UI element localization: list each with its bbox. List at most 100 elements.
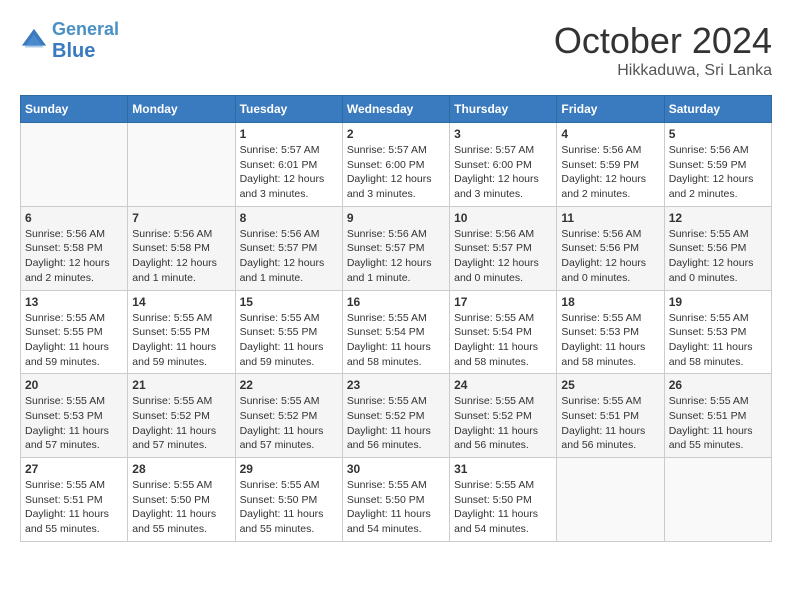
day-info: Sunrise: 5:55 AM Sunset: 5:55 PM Dayligh… bbox=[25, 311, 123, 370]
sunset-text: Sunset: 5:59 PM bbox=[561, 159, 639, 171]
calendar-cell: 4 Sunrise: 5:56 AM Sunset: 5:59 PM Dayli… bbox=[557, 123, 664, 207]
calendar-cell: 16 Sunrise: 5:55 AM Sunset: 5:54 PM Dayl… bbox=[342, 290, 449, 374]
sunset-text: Sunset: 5:52 PM bbox=[240, 410, 318, 422]
day-number: 5 bbox=[669, 127, 767, 141]
sunrise-text: Sunrise: 5:55 AM bbox=[240, 479, 320, 491]
calendar-cell: 10 Sunrise: 5:56 AM Sunset: 5:57 PM Dayl… bbox=[450, 206, 557, 290]
day-info: Sunrise: 5:55 AM Sunset: 5:50 PM Dayligh… bbox=[240, 478, 338, 537]
sunrise-text: Sunrise: 5:55 AM bbox=[240, 395, 320, 407]
daylight-text: Daylight: 12 hours and 0 minutes. bbox=[561, 257, 646, 284]
calendar-cell bbox=[664, 458, 771, 542]
sunrise-text: Sunrise: 5:55 AM bbox=[25, 312, 105, 324]
location: Hikkaduwa, Sri Lanka bbox=[554, 62, 772, 80]
sunrise-text: Sunrise: 5:56 AM bbox=[347, 228, 427, 240]
weekday-header-cell: Monday bbox=[128, 96, 235, 123]
day-number: 31 bbox=[454, 462, 552, 476]
daylight-text: Daylight: 11 hours and 56 minutes. bbox=[561, 425, 645, 452]
weekday-header-cell: Friday bbox=[557, 96, 664, 123]
calendar-body: 1 Sunrise: 5:57 AM Sunset: 6:01 PM Dayli… bbox=[21, 123, 772, 542]
calendar-cell: 28 Sunrise: 5:55 AM Sunset: 5:50 PM Dayl… bbox=[128, 458, 235, 542]
calendar-cell: 24 Sunrise: 5:55 AM Sunset: 5:52 PM Dayl… bbox=[450, 374, 557, 458]
daylight-text: Daylight: 11 hours and 58 minutes. bbox=[454, 341, 538, 368]
calendar-cell: 26 Sunrise: 5:55 AM Sunset: 5:51 PM Dayl… bbox=[664, 374, 771, 458]
title-block: October 2024 Hikkaduwa, Sri Lanka bbox=[554, 20, 772, 80]
sunrise-text: Sunrise: 5:55 AM bbox=[454, 312, 534, 324]
day-number: 1 bbox=[240, 127, 338, 141]
day-info: Sunrise: 5:55 AM Sunset: 5:53 PM Dayligh… bbox=[669, 311, 767, 370]
daylight-text: Daylight: 12 hours and 0 minutes. bbox=[454, 257, 539, 284]
daylight-text: Daylight: 11 hours and 59 minutes. bbox=[240, 341, 324, 368]
day-info: Sunrise: 5:57 AM Sunset: 6:00 PM Dayligh… bbox=[347, 143, 445, 202]
sunrise-text: Sunrise: 5:56 AM bbox=[561, 228, 641, 240]
sunrise-text: Sunrise: 5:55 AM bbox=[132, 395, 212, 407]
day-info: Sunrise: 5:55 AM Sunset: 5:50 PM Dayligh… bbox=[347, 478, 445, 537]
calendar-cell: 6 Sunrise: 5:56 AM Sunset: 5:58 PM Dayli… bbox=[21, 206, 128, 290]
day-number: 12 bbox=[669, 211, 767, 225]
sunset-text: Sunset: 5:50 PM bbox=[132, 494, 210, 506]
calendar-cell: 11 Sunrise: 5:56 AM Sunset: 5:56 PM Dayl… bbox=[557, 206, 664, 290]
daylight-text: Daylight: 12 hours and 2 minutes. bbox=[25, 257, 110, 284]
daylight-text: Daylight: 12 hours and 1 minute. bbox=[132, 257, 217, 284]
calendar-cell: 7 Sunrise: 5:56 AM Sunset: 5:58 PM Dayli… bbox=[128, 206, 235, 290]
day-number: 13 bbox=[25, 295, 123, 309]
sunset-text: Sunset: 5:52 PM bbox=[454, 410, 532, 422]
calendar-week-row: 13 Sunrise: 5:55 AM Sunset: 5:55 PM Dayl… bbox=[21, 290, 772, 374]
calendar-week-row: 1 Sunrise: 5:57 AM Sunset: 6:01 PM Dayli… bbox=[21, 123, 772, 207]
sunset-text: Sunset: 5:50 PM bbox=[347, 494, 425, 506]
daylight-text: Daylight: 11 hours and 57 minutes. bbox=[240, 425, 324, 452]
sunrise-text: Sunrise: 5:56 AM bbox=[132, 228, 212, 240]
sunrise-text: Sunrise: 5:57 AM bbox=[454, 144, 534, 156]
sunset-text: Sunset: 5:54 PM bbox=[347, 326, 425, 338]
sunrise-text: Sunrise: 5:55 AM bbox=[561, 395, 641, 407]
sunset-text: Sunset: 5:58 PM bbox=[25, 242, 103, 254]
sunset-text: Sunset: 5:53 PM bbox=[25, 410, 103, 422]
sunset-text: Sunset: 5:55 PM bbox=[240, 326, 318, 338]
sunset-text: Sunset: 5:54 PM bbox=[454, 326, 532, 338]
weekday-header-cell: Sunday bbox=[21, 96, 128, 123]
day-info: Sunrise: 5:55 AM Sunset: 5:54 PM Dayligh… bbox=[454, 311, 552, 370]
sunrise-text: Sunrise: 5:55 AM bbox=[669, 228, 749, 240]
daylight-text: Daylight: 11 hours and 55 minutes. bbox=[669, 425, 753, 452]
day-number: 24 bbox=[454, 378, 552, 392]
day-number: 14 bbox=[132, 295, 230, 309]
calendar-cell: 8 Sunrise: 5:56 AM Sunset: 5:57 PM Dayli… bbox=[235, 206, 342, 290]
day-number: 7 bbox=[132, 211, 230, 225]
day-number: 29 bbox=[240, 462, 338, 476]
sunset-text: Sunset: 5:57 PM bbox=[347, 242, 425, 254]
sunrise-text: Sunrise: 5:56 AM bbox=[561, 144, 641, 156]
sunset-text: Sunset: 5:53 PM bbox=[561, 326, 639, 338]
sunset-text: Sunset: 6:01 PM bbox=[240, 159, 318, 171]
sunset-text: Sunset: 6:00 PM bbox=[347, 159, 425, 171]
calendar-cell: 31 Sunrise: 5:55 AM Sunset: 5:50 PM Dayl… bbox=[450, 458, 557, 542]
day-info: Sunrise: 5:55 AM Sunset: 5:50 PM Dayligh… bbox=[132, 478, 230, 537]
day-info: Sunrise: 5:55 AM Sunset: 5:51 PM Dayligh… bbox=[669, 394, 767, 453]
sunrise-text: Sunrise: 5:56 AM bbox=[669, 144, 749, 156]
sunrise-text: Sunrise: 5:55 AM bbox=[347, 312, 427, 324]
sunrise-text: Sunrise: 5:56 AM bbox=[240, 228, 320, 240]
daylight-text: Daylight: 11 hours and 55 minutes. bbox=[132, 508, 216, 535]
calendar-cell bbox=[128, 123, 235, 207]
day-info: Sunrise: 5:55 AM Sunset: 5:55 PM Dayligh… bbox=[240, 311, 338, 370]
day-number: 21 bbox=[132, 378, 230, 392]
sunrise-text: Sunrise: 5:55 AM bbox=[25, 395, 105, 407]
day-info: Sunrise: 5:56 AM Sunset: 5:57 PM Dayligh… bbox=[347, 227, 445, 286]
sunset-text: Sunset: 5:55 PM bbox=[25, 326, 103, 338]
day-number: 30 bbox=[347, 462, 445, 476]
day-number: 19 bbox=[669, 295, 767, 309]
daylight-text: Daylight: 11 hours and 58 minutes. bbox=[669, 341, 753, 368]
day-info: Sunrise: 5:55 AM Sunset: 5:50 PM Dayligh… bbox=[454, 478, 552, 537]
calendar-cell: 19 Sunrise: 5:55 AM Sunset: 5:53 PM Dayl… bbox=[664, 290, 771, 374]
daylight-text: Daylight: 12 hours and 1 minute. bbox=[347, 257, 432, 284]
day-number: 4 bbox=[561, 127, 659, 141]
sunset-text: Sunset: 5:50 PM bbox=[240, 494, 318, 506]
day-info: Sunrise: 5:56 AM Sunset: 5:57 PM Dayligh… bbox=[454, 227, 552, 286]
daylight-text: Daylight: 12 hours and 3 minutes. bbox=[240, 173, 325, 200]
day-info: Sunrise: 5:55 AM Sunset: 5:51 PM Dayligh… bbox=[25, 478, 123, 537]
day-info: Sunrise: 5:56 AM Sunset: 5:59 PM Dayligh… bbox=[561, 143, 659, 202]
calendar-week-row: 27 Sunrise: 5:55 AM Sunset: 5:51 PM Dayl… bbox=[21, 458, 772, 542]
daylight-text: Daylight: 12 hours and 1 minute. bbox=[240, 257, 325, 284]
day-info: Sunrise: 5:55 AM Sunset: 5:51 PM Dayligh… bbox=[561, 394, 659, 453]
sunset-text: Sunset: 5:56 PM bbox=[669, 242, 747, 254]
weekday-header-row: SundayMondayTuesdayWednesdayThursdayFrid… bbox=[21, 96, 772, 123]
sunrise-text: Sunrise: 5:55 AM bbox=[669, 312, 749, 324]
